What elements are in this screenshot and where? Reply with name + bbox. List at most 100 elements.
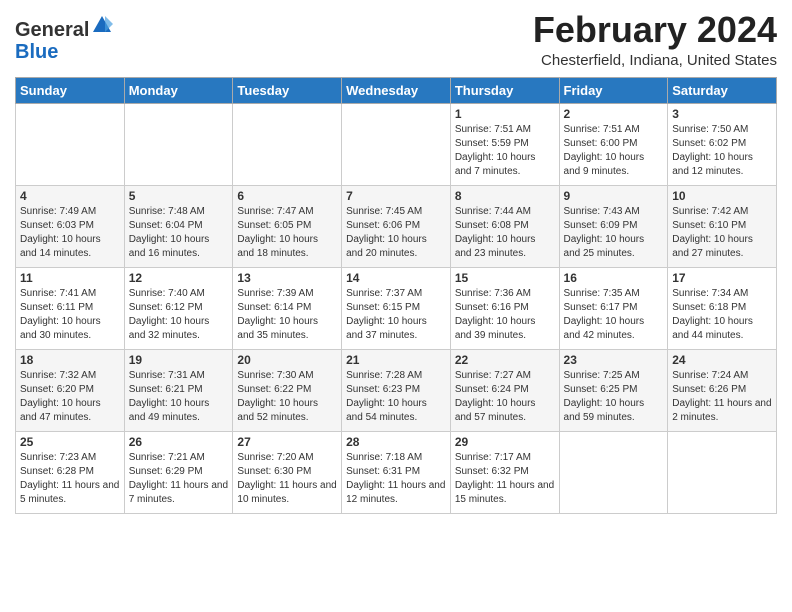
day-info: Sunrise: 7:18 AM Sunset: 6:31 PM Dayligh… bbox=[346, 451, 446, 507]
day-number: 13 bbox=[237, 271, 337, 285]
calendar-day-cell: 27 Sunrise: 7:20 AM Sunset: 6:30 PM Dayli… bbox=[233, 431, 342, 513]
calendar-day-cell: 8 Sunrise: 7:44 AM Sunset: 6:08 PM Daylig… bbox=[450, 185, 559, 267]
day-number: 26 bbox=[129, 435, 229, 449]
location: Chesterfield, Indiana, United States bbox=[533, 52, 777, 69]
calendar-week-row: 11 Sunrise: 7:41 AM Sunset: 6:11 PM Dayli… bbox=[16, 267, 777, 349]
calendar-day-cell: 17 Sunrise: 7:34 AM Sunset: 6:18 PM Dayli… bbox=[668, 267, 777, 349]
day-number: 2 bbox=[564, 107, 664, 121]
day-number: 23 bbox=[564, 353, 664, 367]
header-right: February 2024 Chesterfield, Indiana, Uni… bbox=[533, 10, 777, 69]
calendar-week-row: 18 Sunrise: 7:32 AM Sunset: 6:20 PM Dayli… bbox=[16, 349, 777, 431]
calendar-day-cell bbox=[559, 431, 668, 513]
header: General Blue February 2024 Chesterfield,… bbox=[15, 10, 777, 69]
calendar-day-header: Wednesday bbox=[342, 77, 451, 103]
calendar-day-cell: 12 Sunrise: 7:40 AM Sunset: 6:12 PM Dayli… bbox=[124, 267, 233, 349]
day-info: Sunrise: 7:32 AM Sunset: 6:20 PM Dayligh… bbox=[20, 369, 120, 425]
day-info: Sunrise: 7:23 AM Sunset: 6:28 PM Dayligh… bbox=[20, 451, 120, 507]
day-number: 14 bbox=[346, 271, 446, 285]
day-number: 10 bbox=[672, 189, 772, 203]
calendar-day-header: Saturday bbox=[668, 77, 777, 103]
calendar-day-cell: 1Sunrise: 7:51 AM Sunset: 5:59 PM Daylig… bbox=[450, 103, 559, 185]
day-number: 17 bbox=[672, 271, 772, 285]
day-number: 3 bbox=[672, 107, 772, 121]
calendar-header-row: SundayMondayTuesdayWednesdayThursdayFrid… bbox=[16, 77, 777, 103]
day-info: Sunrise: 7:45 AM Sunset: 6:06 PM Dayligh… bbox=[346, 205, 446, 261]
day-number: 24 bbox=[672, 353, 772, 367]
day-number: 28 bbox=[346, 435, 446, 449]
calendar-day-cell: 3 Sunrise: 7:50 AM Sunset: 6:02 PM Daylig… bbox=[668, 103, 777, 185]
calendar-day-cell: 6Sunrise: 7:47 AM Sunset: 6:05 PM Daylig… bbox=[233, 185, 342, 267]
calendar-week-row: 1Sunrise: 7:51 AM Sunset: 5:59 PM Daylig… bbox=[16, 103, 777, 185]
logo-blue-text: Blue bbox=[15, 41, 58, 63]
calendar-day-cell: 26 Sunrise: 7:21 AM Sunset: 6:29 PM Dayli… bbox=[124, 431, 233, 513]
calendar-day-cell: 28 Sunrise: 7:18 AM Sunset: 6:31 PM Dayli… bbox=[342, 431, 451, 513]
day-info: Sunrise: 7:27 AM Sunset: 6:24 PM Dayligh… bbox=[455, 369, 555, 425]
calendar-day-cell: 24Sunrise: 7:24 AM Sunset: 6:26 PM Dayli… bbox=[668, 349, 777, 431]
day-number: 29 bbox=[455, 435, 555, 449]
day-info: Sunrise: 7:39 AM Sunset: 6:14 PM Dayligh… bbox=[237, 287, 337, 343]
day-info: Sunrise: 7:41 AM Sunset: 6:11 PM Dayligh… bbox=[20, 287, 120, 343]
logo-icon bbox=[91, 14, 113, 36]
calendar-week-row: 25 Sunrise: 7:23 AM Sunset: 6:28 PM Dayli… bbox=[16, 431, 777, 513]
calendar-day-cell: 14 Sunrise: 7:37 AM Sunset: 6:15 PM Dayli… bbox=[342, 267, 451, 349]
calendar-day-cell bbox=[233, 103, 342, 185]
day-number: 19 bbox=[129, 353, 229, 367]
day-info: Sunrise: 7:40 AM Sunset: 6:12 PM Dayligh… bbox=[129, 287, 229, 343]
calendar-day-cell bbox=[668, 431, 777, 513]
day-info: Sunrise: 7:43 AM Sunset: 6:09 PM Dayligh… bbox=[564, 205, 664, 261]
calendar-day-cell: 13 Sunrise: 7:39 AM Sunset: 6:14 PM Dayli… bbox=[233, 267, 342, 349]
calendar-day-header: Thursday bbox=[450, 77, 559, 103]
day-number: 21 bbox=[346, 353, 446, 367]
calendar-week-row: 4Sunrise: 7:49 AM Sunset: 6:03 PM Daylig… bbox=[16, 185, 777, 267]
calendar-day-cell: 25 Sunrise: 7:23 AM Sunset: 6:28 PM Dayli… bbox=[16, 431, 125, 513]
day-info: Sunrise: 7:49 AM Sunset: 6:03 PM Dayligh… bbox=[20, 205, 120, 261]
day-info: Sunrise: 7:25 AM Sunset: 6:25 PM Dayligh… bbox=[564, 369, 664, 425]
calendar-day-cell: 9 Sunrise: 7:43 AM Sunset: 6:09 PM Daylig… bbox=[559, 185, 668, 267]
calendar-day-header: Friday bbox=[559, 77, 668, 103]
calendar-day-cell bbox=[124, 103, 233, 185]
day-number: 6 bbox=[237, 189, 337, 203]
day-number: 8 bbox=[455, 189, 555, 203]
day-info: Sunrise: 7:34 AM Sunset: 6:18 PM Dayligh… bbox=[672, 287, 772, 343]
day-info: Sunrise: 7:28 AM Sunset: 6:23 PM Dayligh… bbox=[346, 369, 446, 425]
day-number: 1 bbox=[455, 107, 555, 121]
day-info: Sunrise: 7:37 AM Sunset: 6:15 PM Dayligh… bbox=[346, 287, 446, 343]
day-number: 16 bbox=[564, 271, 664, 285]
day-info: Sunrise: 7:20 AM Sunset: 6:30 PM Dayligh… bbox=[237, 451, 337, 507]
day-info: Sunrise: 7:35 AM Sunset: 6:17 PM Dayligh… bbox=[564, 287, 664, 343]
calendar-day-header: Tuesday bbox=[233, 77, 342, 103]
day-info: Sunrise: 7:42 AM Sunset: 6:10 PM Dayligh… bbox=[672, 205, 772, 261]
day-number: 20 bbox=[237, 353, 337, 367]
day-number: 27 bbox=[237, 435, 337, 449]
calendar-day-cell bbox=[16, 103, 125, 185]
calendar-day-cell bbox=[342, 103, 451, 185]
logo-general-text: General bbox=[15, 19, 89, 41]
calendar-day-cell: 16 Sunrise: 7:35 AM Sunset: 6:17 PM Dayli… bbox=[559, 267, 668, 349]
day-number: 7 bbox=[346, 189, 446, 203]
day-info: Sunrise: 7:17 AM Sunset: 6:32 PM Dayligh… bbox=[455, 451, 555, 507]
day-info: Sunrise: 7:31 AM Sunset: 6:21 PM Dayligh… bbox=[129, 369, 229, 425]
day-info: Sunrise: 7:30 AM Sunset: 6:22 PM Dayligh… bbox=[237, 369, 337, 425]
logo: General Blue bbox=[15, 14, 113, 63]
calendar-day-cell: 29 Sunrise: 7:17 AM Sunset: 6:32 PM Dayli… bbox=[450, 431, 559, 513]
day-number: 11 bbox=[20, 271, 120, 285]
calendar-day-cell: 11 Sunrise: 7:41 AM Sunset: 6:11 PM Dayli… bbox=[16, 267, 125, 349]
day-number: 18 bbox=[20, 353, 120, 367]
day-info: Sunrise: 7:48 AM Sunset: 6:04 PM Dayligh… bbox=[129, 205, 229, 261]
day-info: Sunrise: 7:36 AM Sunset: 6:16 PM Dayligh… bbox=[455, 287, 555, 343]
day-info: Sunrise: 7:50 AM Sunset: 6:02 PM Dayligh… bbox=[672, 123, 772, 179]
day-number: 5 bbox=[129, 189, 229, 203]
calendar-day-header: Monday bbox=[124, 77, 233, 103]
day-info: Sunrise: 7:21 AM Sunset: 6:29 PM Dayligh… bbox=[129, 451, 229, 507]
calendar-day-cell: 18 Sunrise: 7:32 AM Sunset: 6:20 PM Dayli… bbox=[16, 349, 125, 431]
day-info: Sunrise: 7:44 AM Sunset: 6:08 PM Dayligh… bbox=[455, 205, 555, 261]
calendar-table: SundayMondayTuesdayWednesdayThursdayFrid… bbox=[15, 77, 777, 514]
day-number: 22 bbox=[455, 353, 555, 367]
day-number: 9 bbox=[564, 189, 664, 203]
calendar-day-cell: 21 Sunrise: 7:28 AM Sunset: 6:23 PM Dayli… bbox=[342, 349, 451, 431]
month-title: February 2024 bbox=[533, 10, 777, 50]
day-number: 12 bbox=[129, 271, 229, 285]
day-number: 25 bbox=[20, 435, 120, 449]
calendar-day-cell: 20 Sunrise: 7:30 AM Sunset: 6:22 PM Dayli… bbox=[233, 349, 342, 431]
calendar-day-header: Sunday bbox=[16, 77, 125, 103]
